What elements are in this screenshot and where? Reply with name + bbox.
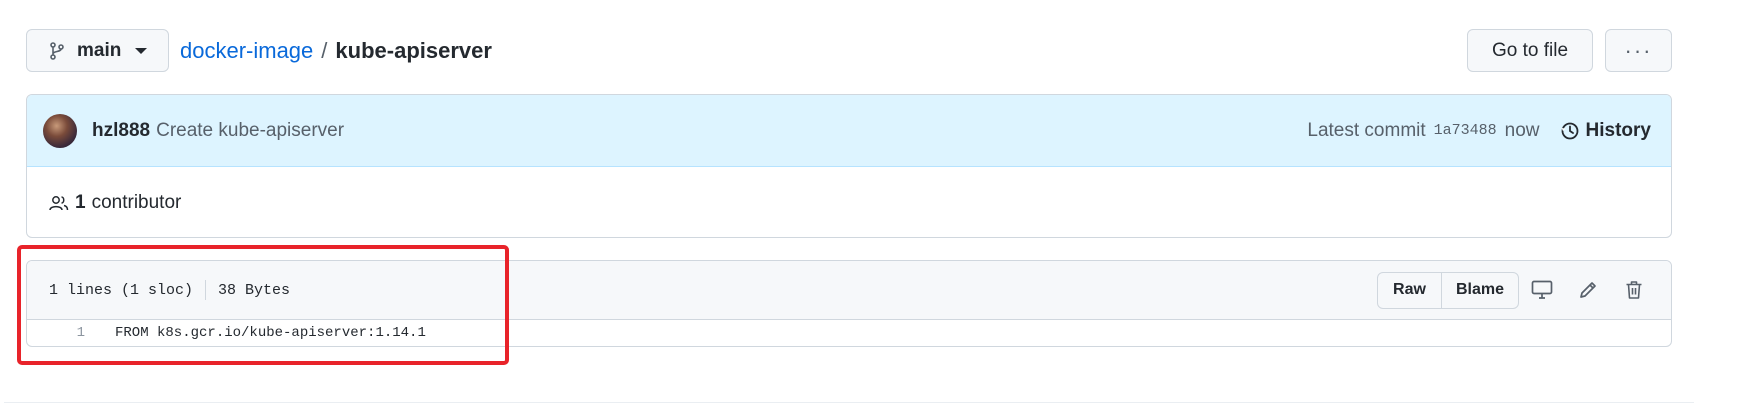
branch-name: main: [77, 39, 122, 61]
top-actions: Go to file ···: [1467, 29, 1672, 72]
blame-button[interactable]: Blame: [1442, 273, 1518, 308]
raw-blame-group: Raw Blame: [1377, 271, 1519, 309]
latest-commit-label: Latest commit: [1307, 119, 1426, 141]
latest-commit-row: hzl888 Create kube-apiserver Latest comm…: [27, 95, 1671, 167]
highlight-annotation: [17, 245, 509, 365]
branch-selector-button[interactable]: main: [26, 29, 169, 72]
avatar[interactable]: [43, 113, 77, 148]
breadcrumb: docker-image / kube-apiserver: [180, 38, 492, 64]
contributor-label[interactable]: contributor: [92, 192, 182, 214]
history-link[interactable]: History: [1560, 120, 1651, 142]
commit-summary-box: hzl888 Create kube-apiserver Latest comm…: [26, 94, 1672, 238]
history-label: History: [1585, 119, 1651, 141]
commit-time: now: [1504, 119, 1540, 141]
desktop-icon[interactable]: [1519, 272, 1565, 309]
go-to-file-button[interactable]: Go to file: [1467, 29, 1593, 72]
pencil-icon[interactable]: [1565, 272, 1611, 309]
file-actions: Raw Blame: [1377, 271, 1657, 309]
breadcrumb-repo-link[interactable]: docker-image: [180, 38, 313, 64]
contributors-row: 1 contributor: [27, 167, 1671, 237]
trash-icon[interactable]: [1611, 272, 1657, 309]
commit-sha-link[interactable]: 1a73488: [1434, 122, 1497, 139]
git-branch-icon: [50, 41, 64, 60]
people-icon: [49, 196, 69, 211]
raw-button[interactable]: Raw: [1378, 272, 1442, 308]
more-options-button[interactable]: ···: [1605, 29, 1672, 72]
commit-message-link[interactable]: Create kube-apiserver: [156, 120, 344, 142]
file-navigation: main docker-image / kube-apiserver Go to…: [26, 29, 1672, 72]
caret-down-icon: [135, 47, 148, 54]
commit-author-link[interactable]: hzl888: [92, 120, 150, 142]
contributor-count[interactable]: 1: [75, 192, 86, 214]
bottom-divider: [4, 402, 1694, 403]
commit-meta: Latest commit 1a73488 now History: [1307, 120, 1651, 142]
breadcrumb-file-name: kube-apiserver: [335, 37, 492, 63]
history-icon: [1561, 122, 1578, 139]
breadcrumb-separator: /: [321, 37, 328, 63]
